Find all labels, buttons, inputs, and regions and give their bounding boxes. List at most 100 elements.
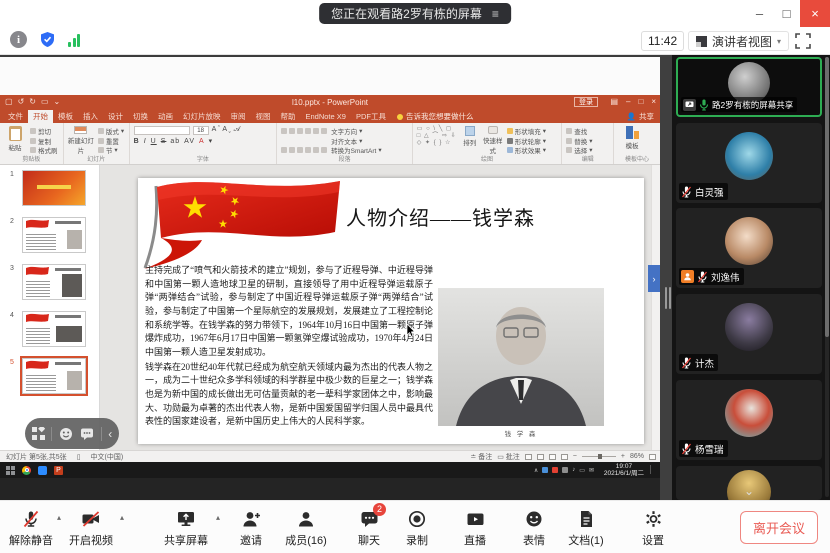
meeting-bottom-toolbar: 解除静音 ▴ 开启视频 ▴ 共享屏 — [0, 500, 830, 553]
chat-unread-badge: 2 — [373, 503, 386, 516]
sidebar-resize-handle[interactable] — [665, 287, 671, 309]
ribbon-group-font: 18 A ̑ A ̬ 𝒜 B I U S abAV A▾ 字体 — [130, 123, 278, 164]
chevron-down-icon: ▾ — [777, 37, 781, 46]
taskbar-clock: 19:07 2021/6/1/周二 — [604, 463, 644, 478]
slide-counter: 幻灯片 第5张,共5张 — [6, 452, 67, 462]
emoji-reaction-icon[interactable] — [59, 427, 73, 441]
shared-screen-letterbox — [0, 478, 660, 500]
ppt-tab-review: 审阅 — [226, 110, 251, 123]
ppt-maximize-icon: □ — [638, 97, 643, 106]
member-icon — [296, 509, 316, 529]
meeting-time: 11:42 — [641, 31, 684, 51]
participant-tile-partial[interactable]: ⌄ — [676, 466, 822, 500]
current-slide: 人物介绍——钱学森 主持完成了“喷气和火箭技术的建立”规划，参与了近程导弹、中近… — [138, 178, 644, 444]
meeting-toolbar: i 11:42 演讲者视图 ▾ — [0, 27, 830, 55]
unmute-button[interactable]: 解除静音 — [2, 508, 60, 548]
viewing-banner: 您正在观看路2罗有栋的屏幕 ≡ — [319, 3, 511, 24]
titlebar: 您正在观看路2罗有栋的屏幕 ≡ – □ × — [0, 0, 830, 27]
participant-tile[interactable]: 刘逸伟 — [676, 208, 822, 288]
ppt-tab-template: 模板 — [53, 110, 78, 123]
notification-area — [650, 465, 658, 474]
settings-button[interactable]: 设置 — [624, 508, 682, 548]
share-screen-button[interactable]: 共享屏幕 — [157, 508, 215, 548]
participant-tile[interactable]: 杨雪瑞 — [676, 380, 822, 460]
record-button[interactable]: 录制 — [388, 508, 446, 548]
mic-muted-icon — [681, 357, 692, 369]
security-shield-icon[interactable] — [39, 31, 56, 48]
ppt-close-icon: × — [651, 97, 656, 106]
participant-name: 路2罗有栋的屏幕共享 — [712, 99, 793, 111]
participant-sidebar: 路2罗有栋的屏幕共享 白灵强 — [672, 55, 830, 500]
ppt-tellme-box: 告诉我您想要做什么 — [391, 110, 480, 123]
china-flag-image — [140, 178, 345, 275]
ppt-status-bar: 幻灯片 第5张,共5张 ▯ 中文(中国) ≐ 备注 ▭ 批注 − + 86% — [0, 450, 660, 462]
host-badge-icon — [681, 270, 694, 283]
banner-menu-icon[interactable]: ≡ — [492, 7, 499, 21]
live-stream-button[interactable]: 直播 — [446, 508, 504, 548]
close-button[interactable]: × — [800, 0, 830, 27]
scroll-more-chevron-icon[interactable]: ⌄ — [744, 484, 754, 498]
live-tv-icon — [465, 509, 486, 529]
slide-thumbnail-4: 4 — [22, 311, 86, 347]
participant-tile[interactable]: 计杰 — [676, 294, 822, 374]
paste-button: 粘贴 — [4, 126, 26, 155]
docs-button[interactable]: 文档(1) — [557, 508, 615, 548]
powerpoint-window: ▢ ↺ ↻ ▭ ⌄ l10.pptx - PowerPoint 登录 ▤ – □… — [0, 95, 660, 462]
ppt-tab-insert: 插入 — [78, 110, 103, 123]
view-mode-button[interactable]: 演讲者视图 ▾ — [688, 31, 789, 51]
mouse-cursor — [406, 324, 415, 337]
system-tray: ∧ ♪▭✉ — [534, 467, 594, 474]
meeting-window: 您正在观看路2罗有栋的屏幕 ≡ – □ × i 11:42 演讲者视图 ▾ — [0, 0, 830, 553]
notes-toggle: ≐ 备注 — [470, 452, 492, 462]
participant-name: 计杰 — [695, 356, 714, 370]
screen-share-icon — [683, 99, 696, 111]
maximize-button[interactable]: □ — [773, 0, 800, 27]
zoom-in-icon: + — [621, 453, 625, 460]
invite-person-icon — [241, 509, 262, 529]
ppt-tab-pdftools: PDF工具 — [351, 110, 391, 123]
participant-tile-sharer[interactable]: 路2罗有栋的屏幕共享 — [676, 57, 822, 117]
windows-taskbar: P ∧ ♪▭✉ 19:07 2021/6/1/周二 — [0, 462, 660, 478]
document-icon — [577, 509, 595, 529]
invite-button[interactable]: 邀请 — [222, 508, 280, 548]
apps-grid-icon[interactable] — [32, 427, 45, 440]
mic-muted-icon — [681, 186, 692, 198]
chat-bubble-icon[interactable] — [80, 427, 94, 441]
fit-window-icon — [649, 454, 656, 460]
participant-tile[interactable]: 白灵强 — [676, 123, 822, 203]
viewing-banner-text: 您正在观看路2罗有栋的屏幕 — [331, 5, 482, 22]
collapse-pill-icon[interactable]: ‹ — [108, 427, 112, 441]
view-mode-label: 演讲者视图 — [712, 33, 772, 50]
share-options-caret[interactable]: ▴ — [216, 513, 220, 522]
leave-meeting-button[interactable]: 离开会议 — [740, 511, 818, 544]
ribbon-group-template: 模板 模板中心 — [614, 123, 660, 164]
mic-muted-icon — [21, 509, 41, 529]
zoom-out-icon: − — [573, 453, 577, 460]
windows-start-icon — [6, 466, 15, 475]
fullscreen-icon[interactable] — [794, 32, 812, 50]
start-video-button[interactable]: 开启视频 — [62, 508, 120, 548]
ribbon-group-editing: 查找 替换 ▾ 选择 ▾ 编辑 — [562, 123, 614, 164]
slide-paragraph-1: 主持完成了“喷气和火箭技术的建立”规划，参与了近程导弹、中近程导弹和中国第一颗人… — [145, 264, 433, 360]
slide-thumbnail-1: 1 — [22, 170, 86, 206]
mic-options-caret[interactable]: ▴ — [57, 513, 61, 522]
mic-on-icon — [699, 99, 709, 111]
info-icon[interactable]: i — [10, 31, 27, 48]
emoji-button[interactable]: 表情 — [505, 508, 563, 548]
ppt-tab-help: 帮助 — [276, 110, 301, 123]
video-options-caret[interactable]: ▴ — [120, 513, 124, 522]
share-screen-icon — [175, 509, 197, 529]
ppt-ribbon: 粘贴 剪切 复制 格式刷 剪贴板 新建幻灯片 — [0, 123, 660, 165]
members-button[interactable]: 成员(16) — [277, 508, 335, 548]
reading-view-icon — [549, 454, 556, 460]
slide-thumbnail-2: 2 — [22, 217, 86, 253]
ribbon-group-paragraph: 文字方向 ▾ 对齐文本 ▾ 转换为SmartArt ▾ 段落 — [277, 123, 413, 164]
avatar — [725, 217, 773, 265]
network-signal-icon[interactable] — [68, 33, 80, 47]
ppt-body: 1 2 3 4 — [0, 165, 660, 450]
shapes-gallery: ▭ ○ \ ╲ ◻□ △ ⌒ ⇨ ⇩◇ ✦ { } ☆ — [417, 126, 457, 155]
qian-xuesen-portrait-photo — [438, 288, 604, 426]
minimize-button[interactable]: – — [746, 0, 773, 27]
language-indicator: 中文(中国) — [91, 452, 124, 462]
sidebar-scrollbar-thumb[interactable] — [825, 57, 829, 337]
